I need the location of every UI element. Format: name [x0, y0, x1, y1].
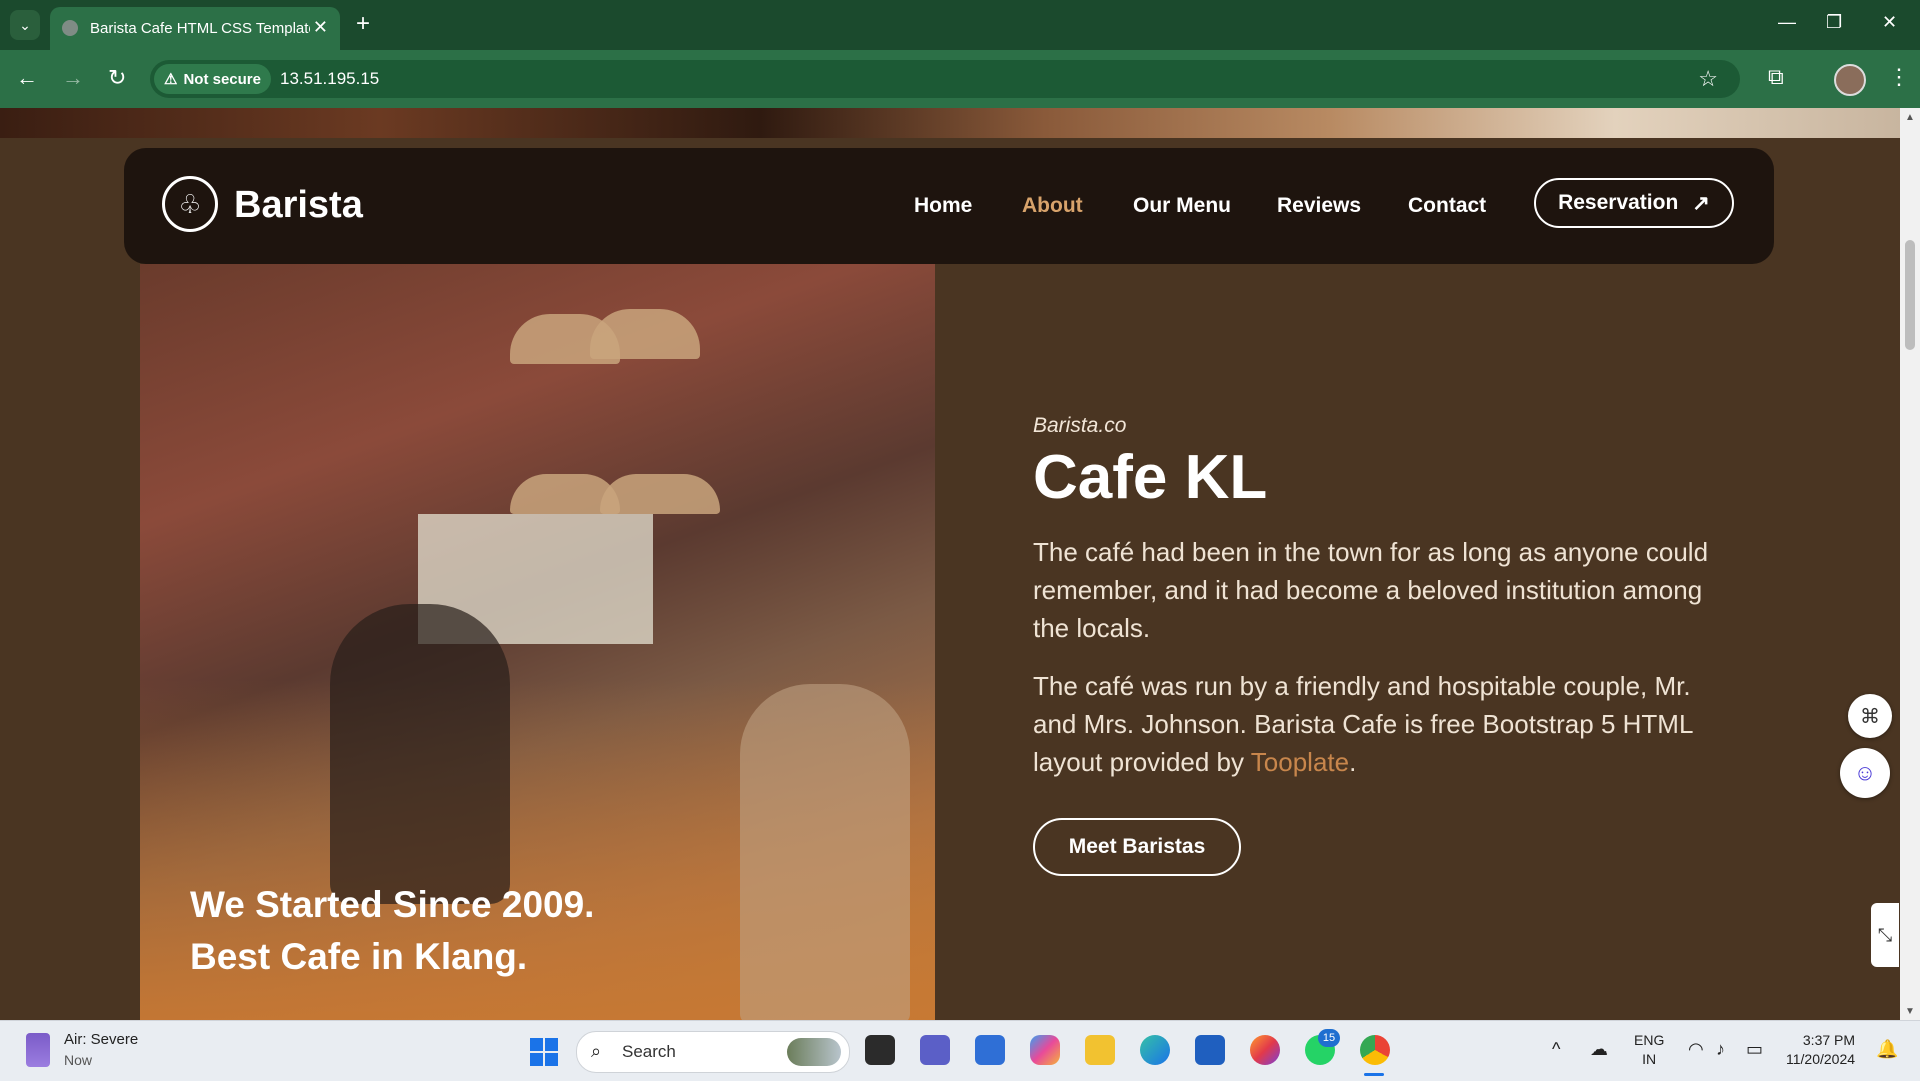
- air-quality-icon[interactable]: [26, 1033, 50, 1067]
- calendar-icon[interactable]: [975, 1035, 1005, 1065]
- search-placeholder: Search: [622, 1042, 676, 1061]
- browser-toolbar: ← → ↻ ⚠ Not secure 13.51.195.15 ☆ ⧉ ⋮: [0, 50, 1920, 108]
- lang-line-2: IN: [1642, 1051, 1657, 1067]
- file-explorer-icon[interactable]: [1085, 1035, 1115, 1065]
- address-bar[interactable]: ⚠ Not secure 13.51.195.15 ☆: [150, 60, 1740, 98]
- forward-button[interactable]: →: [62, 65, 84, 91]
- site-info-chip[interactable]: ⚠ Not secure: [154, 64, 271, 94]
- browser-tab-bar: ⌄ Barista Cafe HTML CSS Template ✕ + — ❐…: [0, 0, 1920, 50]
- about-content: Barista.co Cafe KL The café had been in …: [1033, 414, 1713, 781]
- whatsapp-badge: 15: [1318, 1029, 1340, 1047]
- about-paragraph-1: The café had been in the town for as lon…: [1033, 537, 1709, 643]
- store-icon[interactable]: [1195, 1035, 1225, 1065]
- clock-time: 3:37 PM: [1802, 1032, 1856, 1048]
- chrome-icon[interactable]: [1360, 1035, 1390, 1065]
- back-button[interactable]: ←: [16, 65, 38, 91]
- minimize-button[interactable]: —: [1778, 12, 1796, 33]
- lang-line-1: ENG: [1634, 1032, 1665, 1048]
- para2-text: The café was run by a friendly and hospi…: [1033, 671, 1693, 777]
- barista-figure: [330, 604, 510, 904]
- caption-line-2: Best Cafe in Klang.: [190, 936, 528, 977]
- onedrive-icon[interactable]: ☁: [1590, 1039, 1608, 1060]
- task-view-icon[interactable]: [865, 1035, 895, 1065]
- notification-bell-icon[interactable]: 🔔: [1876, 1039, 1898, 1060]
- firefox-icon[interactable]: [1250, 1035, 1280, 1065]
- wifi-icon[interactable]: ◠: [1688, 1039, 1704, 1060]
- nav-link-about[interactable]: About: [1022, 194, 1083, 218]
- site-navbar: ♧ Barista Home About Our Menu Reviews Co…: [124, 148, 1774, 264]
- chevron-up-icon[interactable]: ^: [1552, 1039, 1560, 1060]
- scroll-down-icon[interactable]: ▼: [1905, 1006, 1915, 1017]
- browser-tab[interactable]: Barista Cafe HTML CSS Template ✕: [50, 7, 340, 50]
- caption-line-1: We Started Since 2009.: [190, 884, 595, 925]
- nav-link-home[interactable]: Home: [914, 194, 972, 218]
- clock-date: 11/20/2024: [1786, 1051, 1856, 1067]
- scroll-thumb[interactable]: [1905, 240, 1915, 350]
- hero-image-strip: [0, 108, 1900, 138]
- bookmark-star-icon[interactable]: ☆: [1698, 66, 1718, 92]
- page-scrollbar[interactable]: ▲ ▼: [1900, 108, 1920, 1020]
- security-label: Not secure: [183, 70, 261, 88]
- tab-search-button[interactable]: ⌄: [10, 10, 40, 40]
- reservation-label: Reservation: [1558, 191, 1679, 214]
- url-text[interactable]: 13.51.195.15: [280, 69, 379, 89]
- search-highlight-image: [787, 1038, 841, 1066]
- hanging-basket: [600, 474, 720, 514]
- warning-icon: ⚠: [164, 71, 178, 88]
- nav-link-our-menu[interactable]: Our Menu: [1133, 194, 1231, 218]
- weather-title[interactable]: Air: Severe: [64, 1031, 138, 1048]
- about-heading: Cafe KL: [1033, 443, 1268, 512]
- volume-icon[interactable]: ♪: [1716, 1039, 1725, 1060]
- globe-icon: [62, 20, 78, 36]
- taskbar-search[interactable]: ⌕ Search: [576, 1031, 850, 1073]
- active-app-indicator: [1364, 1073, 1384, 1076]
- profile-avatar[interactable]: [1834, 64, 1866, 96]
- extensions-icon[interactable]: ⧉: [1768, 64, 1784, 90]
- about-eyebrow: Barista.co: [1033, 414, 1127, 437]
- side-panel-tab-icon[interactable]: ⤡: [1871, 903, 1899, 967]
- weather-sub: Now: [64, 1052, 93, 1068]
- about-paragraph-2: The café was run by a friendly and hospi…: [1033, 667, 1713, 781]
- scroll-up-icon[interactable]: ▲: [1905, 112, 1915, 123]
- para2-suffix: .: [1349, 747, 1357, 777]
- web-page: ♧ Barista Home About Our Menu Reviews Co…: [0, 108, 1900, 1020]
- edge-icon[interactable]: [1140, 1035, 1170, 1065]
- barista-logo-icon[interactable]: ♧: [162, 176, 218, 232]
- nav-link-reviews[interactable]: Reviews: [1277, 194, 1361, 218]
- language-indicator[interactable]: ENG IN: [1634, 1031, 1664, 1069]
- clock[interactable]: 3:37 PM 11/20/2024: [1786, 1031, 1855, 1069]
- close-tab-icon[interactable]: ✕: [313, 17, 328, 38]
- reload-button[interactable]: ↻: [108, 65, 126, 91]
- tooplate-link[interactable]: Tooplate: [1251, 747, 1349, 777]
- about-photo: We Started Since 2009. Best Cafe in Klan…: [140, 264, 935, 1020]
- chevron-down-icon: ⌄: [19, 16, 31, 33]
- tab-title: Barista Cafe HTML CSS Template: [90, 20, 310, 37]
- teams-icon[interactable]: [920, 1035, 950, 1065]
- photo-caption: We Started Since 2009. Best Cafe in Klan…: [190, 879, 594, 983]
- reservation-button[interactable]: Reservation ↗: [1534, 178, 1734, 228]
- copilot-icon[interactable]: [1030, 1035, 1060, 1065]
- shortcut-grid-icon[interactable]: ⌘: [1848, 694, 1892, 738]
- close-window-button[interactable]: ✕: [1882, 12, 1897, 33]
- assistant-bot-icon[interactable]: ☺: [1840, 748, 1890, 798]
- search-icon: ⌕: [591, 1041, 602, 1061]
- arrow-up-right-icon: ↗: [1692, 191, 1710, 215]
- windows-start-icon[interactable]: [530, 1038, 558, 1066]
- hanging-basket: [590, 309, 700, 359]
- meet-baristas-button[interactable]: Meet Baristas: [1033, 818, 1241, 876]
- restore-button[interactable]: ❐: [1826, 12, 1842, 33]
- menu-kebab-icon[interactable]: ⋮: [1888, 64, 1910, 90]
- battery-icon[interactable]: ▭: [1746, 1039, 1763, 1060]
- customer-figure: [740, 684, 910, 1020]
- new-tab-button[interactable]: +: [356, 10, 370, 38]
- windows-taskbar: Air: Severe Now ⌕ Search 15 ^ ☁ ENG IN ◠…: [0, 1020, 1920, 1081]
- brand-name[interactable]: Barista: [234, 184, 363, 227]
- nav-link-contact[interactable]: Contact: [1408, 194, 1486, 218]
